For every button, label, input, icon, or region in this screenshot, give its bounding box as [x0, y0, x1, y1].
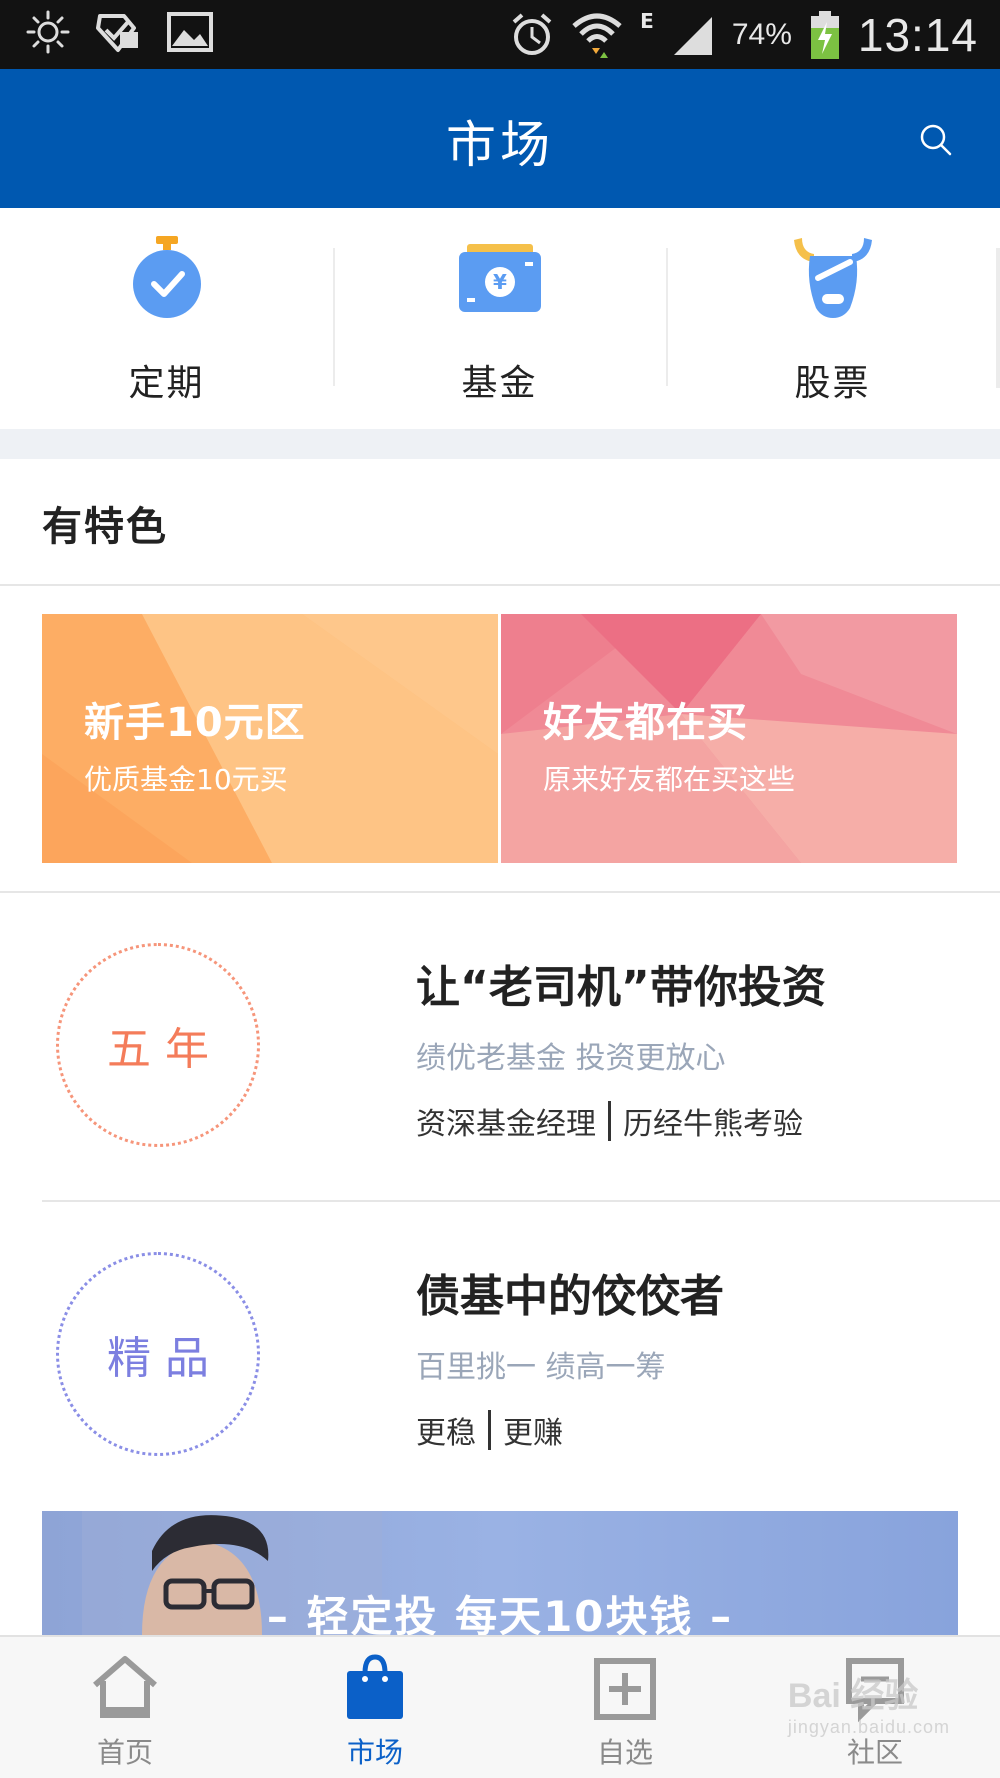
tab-home[interactable]: 首页 [0, 1637, 250, 1778]
promo-text: – 轻定投 每天10块钱 – [266, 1592, 734, 1635]
section-title: 有特色 [42, 504, 168, 550]
category-label: 定期 [128, 363, 205, 404]
category-row: 定期 ¥ 基金 股票 [0, 208, 1000, 429]
feature-tags: 资深基金经理 历经牛熊考验 [416, 1099, 803, 1143]
feature-item-five-year[interactable]: 五年 让“老司机”带你投资 绩优老基金 投资更放心 资深基金经理 历经牛熊考验 [0, 893, 1000, 1202]
category-label: 股票 [794, 363, 871, 404]
battery-charging-icon [810, 11, 839, 59]
tab-label: 首页 [96, 1736, 153, 1769]
feature-tag: 更稳 [416, 1416, 476, 1451]
feature-tag: 资深基金经理 [416, 1107, 596, 1142]
category-stock[interactable]: 股票 [666, 208, 999, 429]
feature-title: 债基中的佼佼者 [416, 1271, 724, 1322]
tab-watchlist[interactable]: 自选 [500, 1637, 750, 1778]
feature-tag: 历经牛熊考验 [623, 1107, 803, 1142]
add-box-icon [594, 1658, 656, 1720]
wifi-icon [572, 13, 622, 58]
network-type: E [640, 9, 654, 33]
tab-label: 自选 [596, 1736, 653, 1769]
category-fund[interactable]: ¥ 基金 [333, 208, 666, 429]
feature-badge: 五年 [56, 943, 260, 1147]
banner-title: 好友都在买 [543, 700, 748, 746]
divider [996, 248, 1000, 388]
feature-tag: 更赚 [503, 1416, 563, 1451]
page-title: 市场 [446, 116, 554, 174]
banner-friends-buying[interactable]: 好友都在买 原来好友都在买这些 [501, 614, 957, 863]
brightness-icon [26, 10, 70, 54]
feature-item-premium[interactable]: 精品 债基中的佼佼者 百里挑一 绩高一筹 更稳 更赚 [0, 1202, 1000, 1502]
bull-icon [793, 238, 872, 318]
divider [0, 584, 1000, 586]
shopping-bag-icon [347, 1654, 403, 1719]
home-icon [93, 1656, 157, 1718]
feature-subtitle: 百里挑一 绩高一筹 [416, 1350, 666, 1385]
tag-separator [488, 1410, 491, 1450]
signal-icon [673, 17, 712, 55]
status-bar: E 74% 13:14 [0, 0, 1000, 69]
section-spacer [0, 429, 1000, 459]
tab-market[interactable]: 市场 [250, 1637, 500, 1778]
banner-title: 新手10元区 [84, 700, 306, 746]
banner-subtitle: 优质基金10元买 [84, 763, 288, 796]
feature-badge: 精品 [56, 1252, 260, 1456]
category-fixed-term[interactable]: 定期 [0, 208, 333, 429]
category-label: 基金 [461, 363, 538, 404]
watermark: Bai 经验 jingyan.baidu.com [788, 1668, 950, 1738]
clock: 13:14 [857, 9, 978, 61]
watermark-url: jingyan.baidu.com [787, 1717, 950, 1737]
search-icon[interactable] [915, 119, 955, 159]
app-header: 市场 [0, 69, 1000, 208]
banner-newbie-zone[interactable]: 新手10元区 优质基金10元买 [42, 614, 498, 863]
battery-percent: 74% [731, 18, 792, 51]
alarm-icon [512, 13, 552, 55]
feature-title: 让“老司机”带你投资 [416, 962, 826, 1013]
shield-check-icon [96, 14, 138, 52]
banner-subtitle: 原来好友都在买这些 [543, 763, 796, 796]
status-left-icons [26, 10, 214, 54]
wallet-yen-icon: ¥ [458, 244, 541, 312]
feature-subtitle: 绩优老基金 投资更放心 [416, 1041, 726, 1076]
tag-separator [608, 1101, 611, 1141]
promo-banner[interactable]: – 轻定投 每天10块钱 – [42, 1511, 958, 1635]
feature-tags: 更稳 更赚 [416, 1408, 563, 1452]
tab-label: 市场 [346, 1736, 403, 1769]
svg-text:¥: ¥ [493, 270, 507, 294]
image-icon [167, 12, 213, 52]
status-right-icons: E 74% 13:14 [510, 4, 978, 66]
stopwatch-icon [132, 236, 201, 318]
watermark-brand: Bai 经验 [787, 1677, 919, 1715]
